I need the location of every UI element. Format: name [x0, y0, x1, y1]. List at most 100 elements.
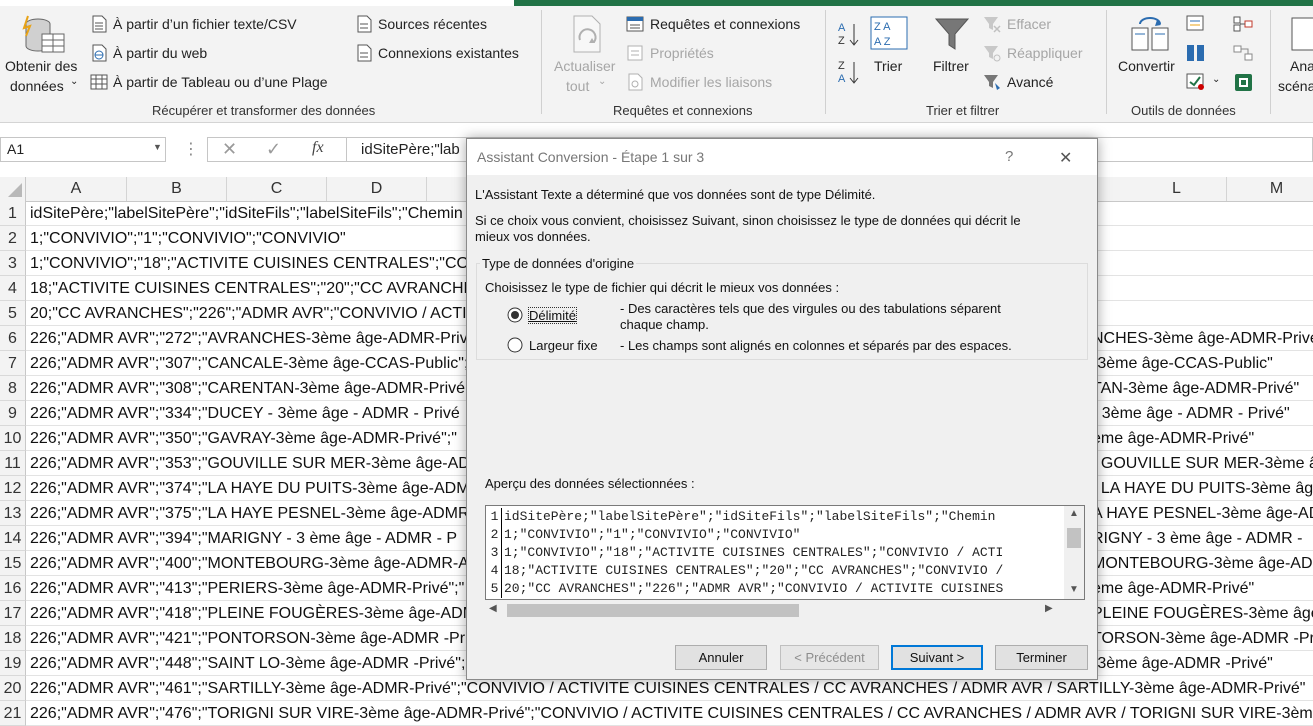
insert-function-icon[interactable]: fx: [312, 139, 324, 157]
from-web-button[interactable]: À partir du web: [90, 43, 230, 65]
cell-a-content[interactable]: 226;"ADMR AVR";"421";"PONTORSON-3ème âge…: [30, 626, 469, 651]
existing-connections-button[interactable]: Connexions existantes: [355, 43, 530, 65]
edit-links-button[interactable]: Modifier les liaisons: [626, 72, 796, 94]
cell-overflow-content[interactable]: - 3ème âge - ADMR - Privé": [1092, 401, 1290, 426]
fixed-width-radio[interactable]: Largeur fixe: [507, 336, 617, 356]
data-model-icon[interactable]: [1233, 72, 1255, 92]
previous-button[interactable]: < Précédent: [780, 645, 879, 670]
row-header[interactable]: 18: [0, 626, 26, 651]
cell-overflow-content[interactable]: TAN-3ème âge-ADMR-Privé": [1092, 376, 1299, 401]
what-if-analysis-button[interactable]: Ana scéna: [1276, 14, 1313, 98]
finish-button[interactable]: Terminer: [995, 645, 1088, 670]
scroll-up-icon[interactable]: ▲: [1069, 508, 1079, 519]
row-header[interactable]: 13: [0, 501, 26, 526]
cell-overflow-content[interactable]: -3ème âge-ADMR -Privé": [1092, 651, 1273, 676]
row-header[interactable]: 14: [0, 526, 26, 551]
row-header[interactable]: 15: [0, 551, 26, 576]
row-header[interactable]: 20: [0, 676, 26, 701]
row-header[interactable]: 9: [0, 401, 26, 426]
sort-button[interactable]: Z A A Z Trier: [866, 14, 912, 78]
row-header[interactable]: 17: [0, 601, 26, 626]
cell-overflow-content[interactable]: MONTEBOURG-3ème âge-ADM: [1092, 551, 1313, 576]
row-header[interactable]: 7: [0, 351, 26, 376]
recent-sources-button[interactable]: Sources récentes: [355, 14, 495, 36]
scroll-right-icon[interactable]: ▶: [1045, 603, 1053, 614]
cell-a-content[interactable]: 226;"ADMR AVR";"375";"LA HAYE PESNEL-3èm…: [30, 501, 475, 526]
sort-descending-icon[interactable]: Z A: [838, 58, 860, 86]
cell-a-content[interactable]: 226;"ADMR AVR";"448";"SAINT LO-3ème âge-…: [30, 651, 465, 676]
vertical-scroll-thumb[interactable]: [1067, 528, 1081, 548]
cell-overflow-content[interactable]: TORSON-3ème âge-ADMR -Pr: [1092, 626, 1313, 651]
cell-overflow-content[interactable]: RIGNY - 3 ème âge - ADMR -: [1092, 526, 1302, 551]
column-header-d[interactable]: D: [327, 177, 427, 201]
close-icon[interactable]: ✕: [1059, 148, 1072, 168]
cell-a-content[interactable]: 226;"ADMR AVR";"353";"GOUVILLE SUR MER-3…: [30, 451, 470, 476]
relationships-icon[interactable]: [1233, 44, 1253, 62]
row-header[interactable]: 4: [0, 276, 26, 301]
data-validation-icon[interactable]: [1186, 73, 1206, 91]
row-header[interactable]: 8: [0, 376, 26, 401]
column-header-l[interactable]: L: [1127, 177, 1227, 201]
cell-overflow-content[interactable]: -3ème âge-CCAS-Public": [1092, 351, 1273, 376]
reapply-button[interactable]: Réappliquer: [983, 43, 1093, 65]
cell-a-content[interactable]: 226;"ADMR AVR";"400";"MONTEBOURG-3ème âg…: [30, 551, 469, 576]
flash-fill-icon[interactable]: [1186, 15, 1206, 33]
chevron-down-icon[interactable]: ⌄: [1212, 74, 1220, 85]
queries-connections-button[interactable]: Requêtes et connexions: [626, 14, 816, 36]
cancel-button[interactable]: Annuler: [675, 645, 767, 670]
row-header[interactable]: 2: [0, 226, 26, 251]
name-box-dropdown-icon[interactable]: ▼: [153, 142, 162, 152]
preview-horizontal-scrollbar[interactable]: ◀ ▶: [485, 600, 1065, 620]
filter-button[interactable]: Filtrer: [928, 14, 978, 78]
row-header[interactable]: 1: [0, 201, 26, 226]
row-header[interactable]: 19: [0, 651, 26, 676]
row-header[interactable]: 10: [0, 426, 26, 451]
advanced-filter-button[interactable]: Avancé: [983, 72, 1073, 94]
cell-a-content[interactable]: 226;"ADMR AVR";"413";"PERIERS-3ème âge-A…: [30, 576, 464, 601]
consolidate-icon[interactable]: [1233, 15, 1253, 33]
row-header[interactable]: 12: [0, 476, 26, 501]
cell-a-content[interactable]: 226;"ADMR AVR";"308";"CARENTAN-3ème âge-…: [30, 376, 465, 401]
cell-a-content[interactable]: 226;"ADMR AVR";"272";"AVRANCHES-3ème âge…: [30, 326, 468, 351]
cell-overflow-content[interactable]: ème âge-ADMR-Privé": [1092, 576, 1254, 601]
cell-a-content[interactable]: 226;"ADMR AVR";"374";"LA HAYE DU PUITS-3…: [30, 476, 470, 501]
cell-overflow-content[interactable]: NCHES-3ème âge-ADMR-Privé: [1092, 326, 1313, 351]
row-header[interactable]: 5: [0, 301, 26, 326]
select-all-corner[interactable]: [0, 177, 26, 201]
cell-a-content[interactable]: 1;"CONVIVIO";"1";"CONVIVIO";"CONVIVIO": [30, 226, 346, 251]
cell-overflow-content[interactable]: / GOUVILLE SUR MER-3ème â: [1092, 451, 1313, 476]
row-header[interactable]: 11: [0, 451, 26, 476]
cell-overflow-content[interactable]: A HAYE PESNEL-3ème âge-ADM: [1092, 501, 1313, 526]
text-to-columns-button[interactable]: Convertir: [1114, 14, 1182, 78]
cell-a-content[interactable]: 1;"CONVIVIO";"18";"ACTIVITE CUISINES CEN…: [30, 251, 481, 276]
properties-button[interactable]: Propriétés: [626, 43, 736, 65]
cell-a-content[interactable]: 226;"ADMR AVR";"334";"DUCEY - 3ème âge -…: [30, 401, 460, 426]
horizontal-scroll-thumb[interactable]: [507, 604, 799, 617]
row-header[interactable]: 3: [0, 251, 26, 276]
cell-overflow-content[interactable]: ème âge-ADMR-Privé": [1092, 426, 1254, 451]
column-header-b[interactable]: B: [127, 177, 227, 201]
scroll-down-icon[interactable]: ▼: [1069, 584, 1079, 595]
refresh-all-button[interactable]: Actualiser tout ⌄: [548, 12, 624, 96]
column-header-m[interactable]: M: [1227, 177, 1313, 201]
help-icon[interactable]: ?: [1005, 148, 1013, 165]
from-text-csv-button[interactable]: À partir d’un fichier texte/CSV: [90, 14, 320, 36]
from-table-button[interactable]: À partir de Tableau ou d’une Plage: [90, 72, 350, 94]
column-header-c[interactable]: C: [227, 177, 327, 201]
confirm-entry-icon[interactable]: ✓: [266, 139, 281, 160]
row-header[interactable]: 16: [0, 576, 26, 601]
get-data-button[interactable]: Obtenir des données ⌄: [2, 12, 86, 96]
cell-overflow-content[interactable]: PLEINE FOUGÈRES-3ème âge-: [1092, 601, 1313, 626]
cell-a-content[interactable]: 226;"ADMR AVR";"394";"MARIGNY - 3 ème âg…: [30, 526, 457, 551]
cell-overflow-content[interactable]: / LA HAYE DU PUITS-3ème âg: [1092, 476, 1313, 501]
sort-ascending-icon[interactable]: A Z: [838, 20, 860, 48]
delimited-radio[interactable]: Délimité: [507, 306, 617, 326]
cell-a-content[interactable]: 18;"ACTIVITE CUISINES CENTRALES";"20";"C…: [30, 276, 491, 301]
cell-a-content[interactable]: 226;"ADMR AVR";"418";"PLEINE FOUGÈRES-3è…: [30, 601, 476, 626]
cell-a-content[interactable]: 20;"CC AVRANCHES";"226";"ADMR AVR";"CONV…: [30, 301, 467, 326]
cell-a-content[interactable]: 226;"ADMR AVR";"307";"CANCALE-3ème âge-C…: [30, 351, 468, 376]
remove-duplicates-icon[interactable]: [1186, 44, 1206, 62]
cell-a-content[interactable]: 226;"ADMR AVR";"350";"GAVRAY-3ème âge-AD…: [30, 426, 457, 451]
data-preview-box[interactable]: 1 idSitePère;"labelSitePère";"idSiteFils"…: [485, 505, 1085, 600]
cell-a-content[interactable]: idSitePère;"labelSitePère";"idSiteFils";…: [30, 201, 463, 226]
